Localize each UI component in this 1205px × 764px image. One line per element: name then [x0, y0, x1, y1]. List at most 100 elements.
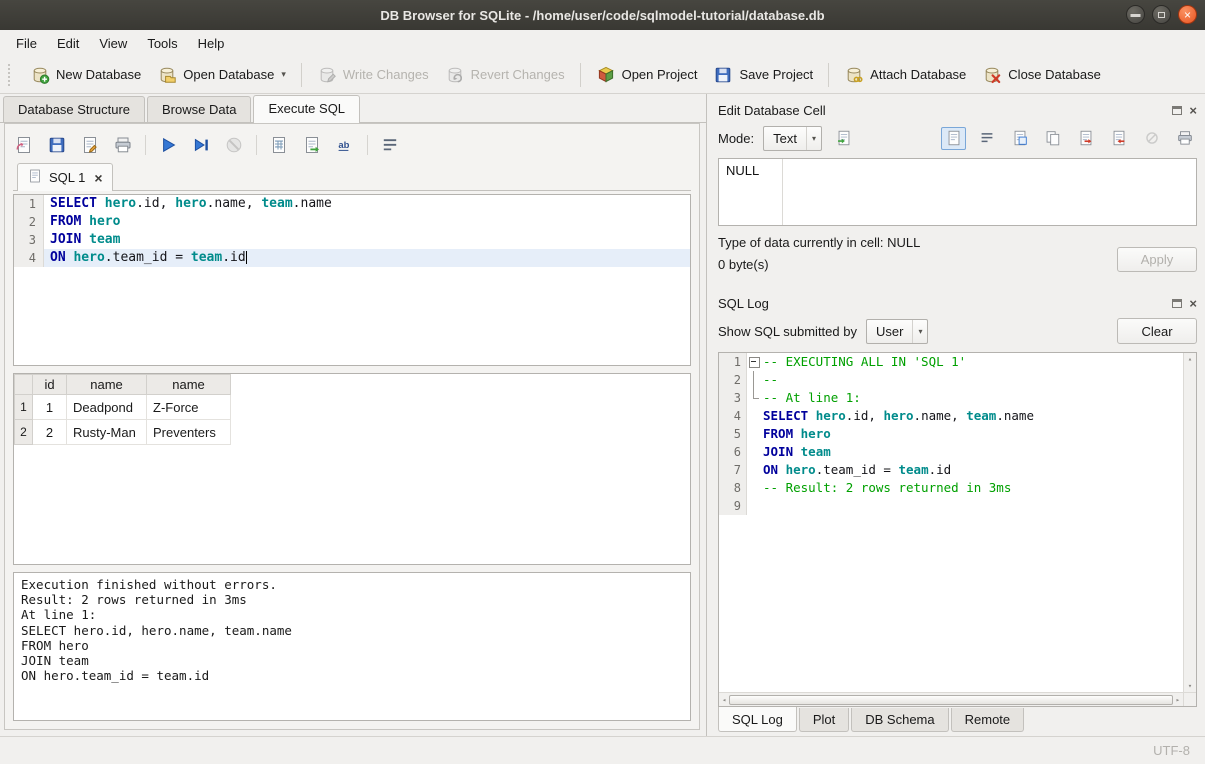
cell-value: NULL [719, 159, 783, 225]
main-content: Database StructureBrowse DataExecute SQL… [0, 94, 1205, 736]
import-data-icon[interactable] [1106, 127, 1131, 150]
close-database-icon [982, 65, 1002, 85]
editor-line: 2FROM hero [14, 213, 690, 231]
window-controls: ▬ × [1126, 5, 1197, 24]
sql-file-icon [27, 168, 43, 187]
cell-value-editor[interactable]: NULL [718, 158, 1197, 226]
chevron-down-icon[interactable]: ▾ [281, 69, 286, 80]
export-data-icon[interactable] [1073, 127, 1098, 150]
save-sql-file-icon[interactable] [46, 134, 68, 156]
open-project-icon [596, 65, 616, 85]
execute-current-line-icon[interactable] [190, 134, 212, 156]
toolbar-grip[interactable] [8, 64, 14, 86]
menu-file[interactable]: File [6, 32, 47, 55]
main-toolbar: New DatabaseOpen Database▾Write ChangesR… [0, 56, 1205, 94]
grid-cell[interactable]: Deadpond [67, 395, 147, 420]
collapse-icon[interactable] [747, 353, 761, 371]
scrollbar-thumb[interactable] [729, 695, 1173, 705]
line-number: 4 [719, 407, 747, 425]
print-small-icon[interactable] [1172, 127, 1197, 150]
clear-button[interactable]: Clear [1117, 318, 1197, 344]
column-header-name-2[interactable]: name [147, 375, 231, 395]
close-database-button[interactable]: Close Database [974, 61, 1109, 89]
table-row: 22Rusty-ManPreventers [15, 420, 231, 445]
open-project-button[interactable]: Open Project [588, 61, 706, 89]
sql-log-title: SQL Log [718, 296, 1172, 311]
word-wrap-icon[interactable] [379, 134, 401, 156]
open-sql-file-icon[interactable] [13, 134, 35, 156]
tab-close-icon[interactable]: × [94, 171, 102, 185]
format-sql-icon[interactable]: ab [334, 134, 356, 156]
dock-float-icon[interactable] [1172, 106, 1182, 115]
table-row: 11DeadpondZ-Force [15, 395, 231, 420]
export-csv-icon[interactable] [268, 134, 290, 156]
copy-data-icon[interactable] [1040, 127, 1065, 150]
log-line: 1-- EXECUTING ALL IN 'SQL 1' [719, 353, 1183, 371]
tab-browse-data[interactable]: Browse Data [147, 96, 251, 122]
open-external-icon[interactable] [1007, 127, 1032, 150]
grid-cell[interactable]: Preventers [147, 420, 231, 445]
save-project-button[interactable]: Save Project [705, 61, 821, 89]
close-icon[interactable]: × [1178, 5, 1197, 24]
text-view-icon[interactable] [941, 127, 966, 150]
edit-cell-title: Edit Database Cell [718, 103, 1172, 118]
open-project-label: Open Project [622, 67, 698, 82]
execute-sql-area: Database StructureBrowse DataExecute SQL… [0, 94, 706, 736]
new-database-button[interactable]: New Database [22, 61, 149, 89]
save-sql-as-icon[interactable] [79, 134, 101, 156]
cell-type-text: Type of data currently in cell: NULL [718, 235, 1117, 250]
sql-subtabs: SQL 1 × [13, 163, 691, 191]
tab-db-schema[interactable]: DB Schema [851, 708, 948, 732]
dock-close-icon[interactable]: × [1189, 299, 1197, 308]
log-line: 6JOIN team [719, 443, 1183, 461]
tab-sql-log[interactable]: SQL Log [718, 707, 797, 732]
toolbar-separator [828, 63, 829, 87]
grid-cell[interactable]: Z-Force [147, 395, 231, 420]
window-title: DB Browser for SQLite - /home/user/code/… [0, 8, 1205, 23]
row-header[interactable]: 2 [15, 420, 33, 445]
menu-help[interactable]: Help [188, 32, 235, 55]
column-header-name-1[interactable]: name [67, 375, 147, 395]
print-icon[interactable] [112, 134, 134, 156]
menu-tools[interactable]: Tools [137, 32, 187, 55]
titlebar[interactable]: DB Browser for SQLite - /home/user/code/… [0, 0, 1205, 30]
attach-database-button[interactable]: Attach Database [836, 61, 974, 89]
attach-database-icon [844, 65, 864, 85]
grid-cell[interactable]: Rusty-Man [67, 420, 147, 445]
mode-combobox[interactable]: Text ▾ [763, 126, 822, 151]
maximize-icon[interactable] [1152, 5, 1171, 24]
wrap-view-icon[interactable] [974, 127, 999, 150]
sql-log-filter-row: Show SQL submitted by User ▾ Clear [718, 313, 1197, 349]
tab-database-structure[interactable]: Database Structure [3, 96, 145, 122]
menu-edit[interactable]: Edit [47, 32, 89, 55]
dock-float-icon[interactable] [1172, 299, 1182, 308]
tab-remote[interactable]: Remote [951, 708, 1025, 732]
minimize-icon[interactable]: ▬ [1126, 5, 1145, 24]
tab-plot[interactable]: Plot [799, 708, 849, 732]
submitter-combobox[interactable]: User ▾ [866, 319, 928, 344]
grid-cell[interactable]: 2 [33, 420, 67, 445]
line-number: 2 [14, 213, 44, 231]
grid-corner [15, 375, 33, 395]
execute-all-icon[interactable] [157, 134, 179, 156]
line-number: 8 [719, 479, 747, 497]
horizontal-scrollbar[interactable]: ◂▸ [719, 692, 1183, 706]
grid-cell[interactable]: 1 [33, 395, 67, 420]
open-database-button[interactable]: Open Database▾ [149, 61, 294, 89]
dock-close-icon[interactable]: × [1189, 106, 1197, 115]
column-header-id-0[interactable]: id [33, 375, 67, 395]
row-header[interactable]: 1 [15, 395, 33, 420]
tab-execute-sql[interactable]: Execute SQL [253, 95, 360, 123]
messages-area: Execution finished without errors. Resul… [13, 572, 691, 721]
mode-value: Text [773, 131, 797, 146]
main-tabs: Database StructureBrowse DataExecute SQL [0, 94, 706, 123]
log-line: 5FROM hero [719, 425, 1183, 443]
log-line: 2-- [719, 371, 1183, 389]
export-sql-icon[interactable] [301, 134, 323, 156]
menu-view[interactable]: View [89, 32, 137, 55]
set-null-icon [1139, 127, 1164, 150]
sql-tab[interactable]: SQL 1 × [17, 163, 113, 191]
sql-editor[interactable]: 1SELECT hero.id, hero.name, team.name2FR… [13, 194, 691, 366]
import-text-icon[interactable] [831, 127, 856, 150]
vertical-scrollbar[interactable]: ▴▾ [1183, 353, 1196, 692]
